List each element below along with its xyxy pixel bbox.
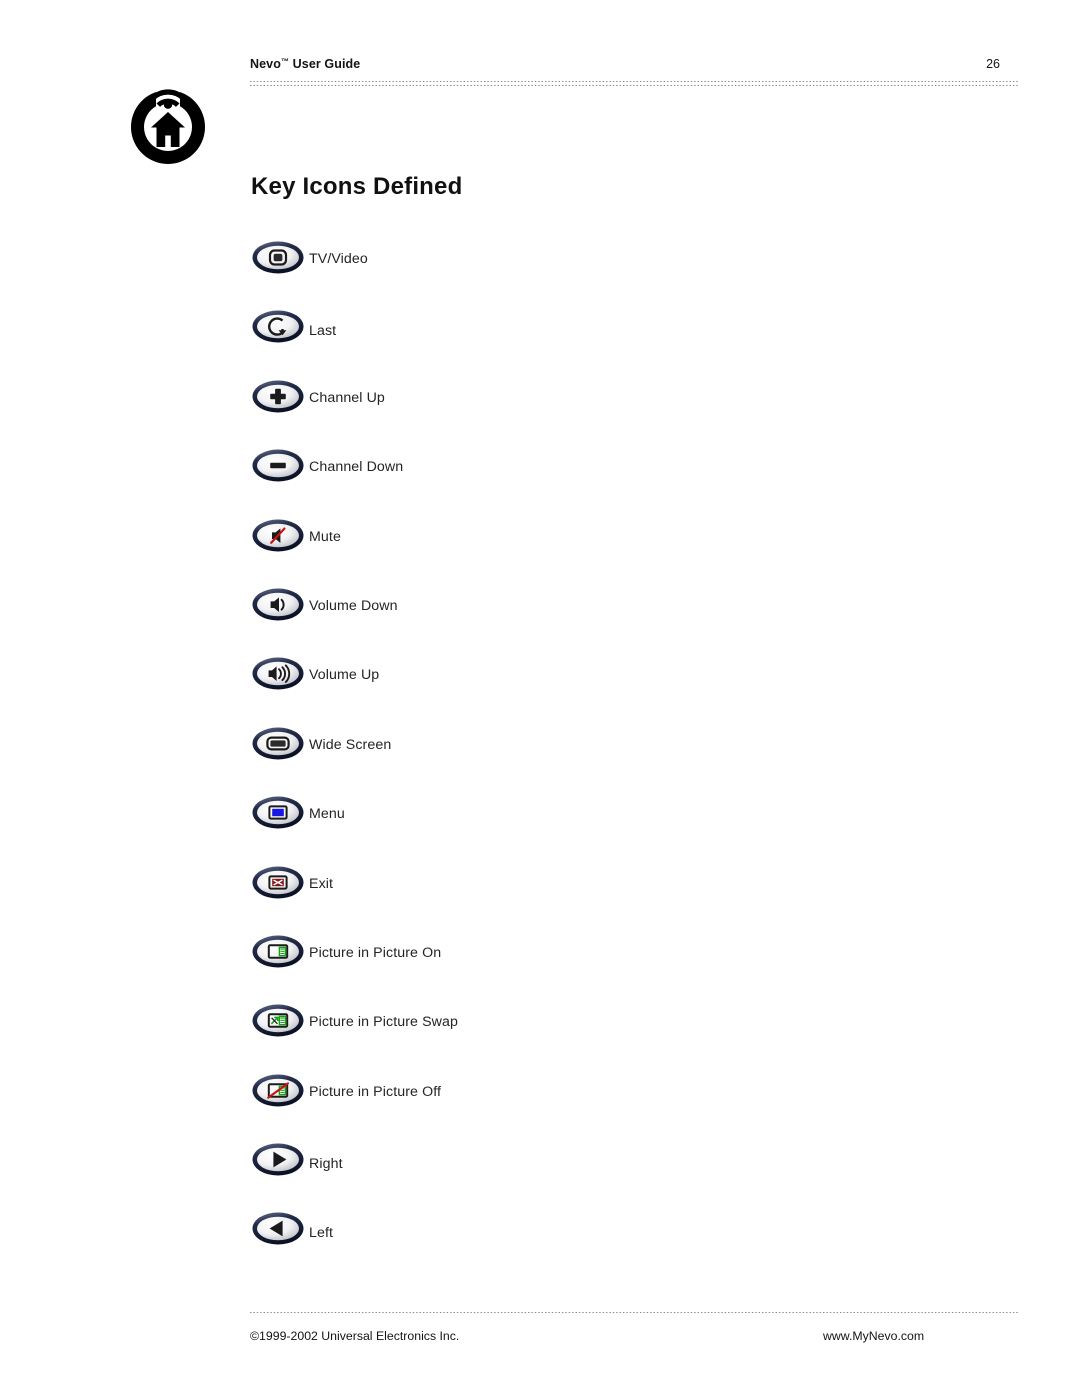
footer-copyright: ©1999-2002 Universal Electronics Inc. (250, 1329, 460, 1343)
channel-up-icon (251, 379, 305, 414)
key-icon-label: Volume Down (309, 597, 398, 614)
key-icon-label: Picture in Picture Swap (309, 1014, 458, 1031)
volume-down-icon (251, 587, 305, 622)
key-icons-list: TV/Video Last Channel Up Channel Down Mu… (251, 240, 951, 1281)
key-icon-label: Right (309, 1156, 343, 1173)
page-header: Nevo™ User Guide 26 (250, 57, 1018, 87)
exit-icon (251, 865, 305, 900)
wide-screen-icon (251, 726, 305, 761)
last-icon (251, 309, 305, 344)
left-icon (251, 1211, 305, 1246)
header-title-base: Nevo (250, 57, 281, 71)
key-icon-label: Channel Up (309, 389, 385, 406)
page-footer: ©1999-2002 Universal Electronics Inc. ww… (250, 1312, 1018, 1362)
key-icon-label: Left (309, 1225, 334, 1242)
right-icon (251, 1142, 305, 1177)
key-icon-row: Picture in Picture Off (251, 1073, 951, 1142)
header-divider-lower (250, 85, 1018, 86)
page-title: Key Icons Defined (251, 173, 463, 201)
key-icon-label: Volume Up (309, 667, 380, 684)
picture-in-picture-on-icon (251, 934, 305, 969)
key-icon-label: Channel Down (309, 459, 404, 476)
key-icon-row: Left (251, 1211, 951, 1280)
menu-icon (251, 795, 305, 830)
key-icon-row: Right (251, 1142, 951, 1211)
key-icon-label: Wide Screen (309, 736, 392, 753)
picture-in-picture-off-icon (251, 1073, 305, 1108)
key-icon-label: Picture in Picture On (309, 944, 442, 961)
key-icon-label: Exit (309, 875, 334, 892)
trademark-symbol: ™ (280, 57, 290, 66)
header-divider-upper (250, 81, 1018, 82)
key-icon-row: Volume Up (251, 656, 951, 725)
key-icon-label: Last (309, 323, 337, 340)
key-icon-label: Menu (309, 806, 345, 823)
key-icon-row: Channel Down (251, 448, 951, 517)
nevo-house-signal-icon (130, 87, 205, 164)
key-icon-row: Volume Down (251, 587, 951, 656)
key-icon-row: Mute (251, 518, 951, 587)
key-icon-row: Menu (251, 795, 951, 864)
key-icon-label: Picture in Picture Off (309, 1083, 442, 1100)
picture-in-picture-swap-icon (251, 1003, 305, 1038)
tv-video-icon (251, 240, 305, 275)
volume-up-icon (251, 656, 305, 691)
key-icon-row: Last (251, 309, 951, 378)
footer-website: www.MyNevo.com (823, 1329, 925, 1343)
footer-divider (250, 1312, 1018, 1313)
key-icon-row: Picture in Picture On (251, 934, 951, 1003)
key-icon-label: TV/Video (309, 251, 368, 267)
key-icon-row: Wide Screen (251, 726, 951, 795)
key-icon-row: Exit (251, 865, 951, 934)
key-icon-row: Channel Up (251, 379, 951, 448)
key-icon-row: Picture in Picture Swap (251, 1003, 951, 1072)
header-title-rest: User Guide (289, 57, 361, 71)
header-document-title: Nevo™ User Guide (250, 57, 360, 71)
channel-down-icon (251, 448, 305, 483)
key-icon-label: Mute (309, 528, 341, 545)
page-number: 26 (986, 57, 1000, 71)
key-icon-row: TV/Video (251, 240, 951, 309)
nevo-logo (126, 85, 210, 169)
mute-icon (251, 518, 305, 553)
